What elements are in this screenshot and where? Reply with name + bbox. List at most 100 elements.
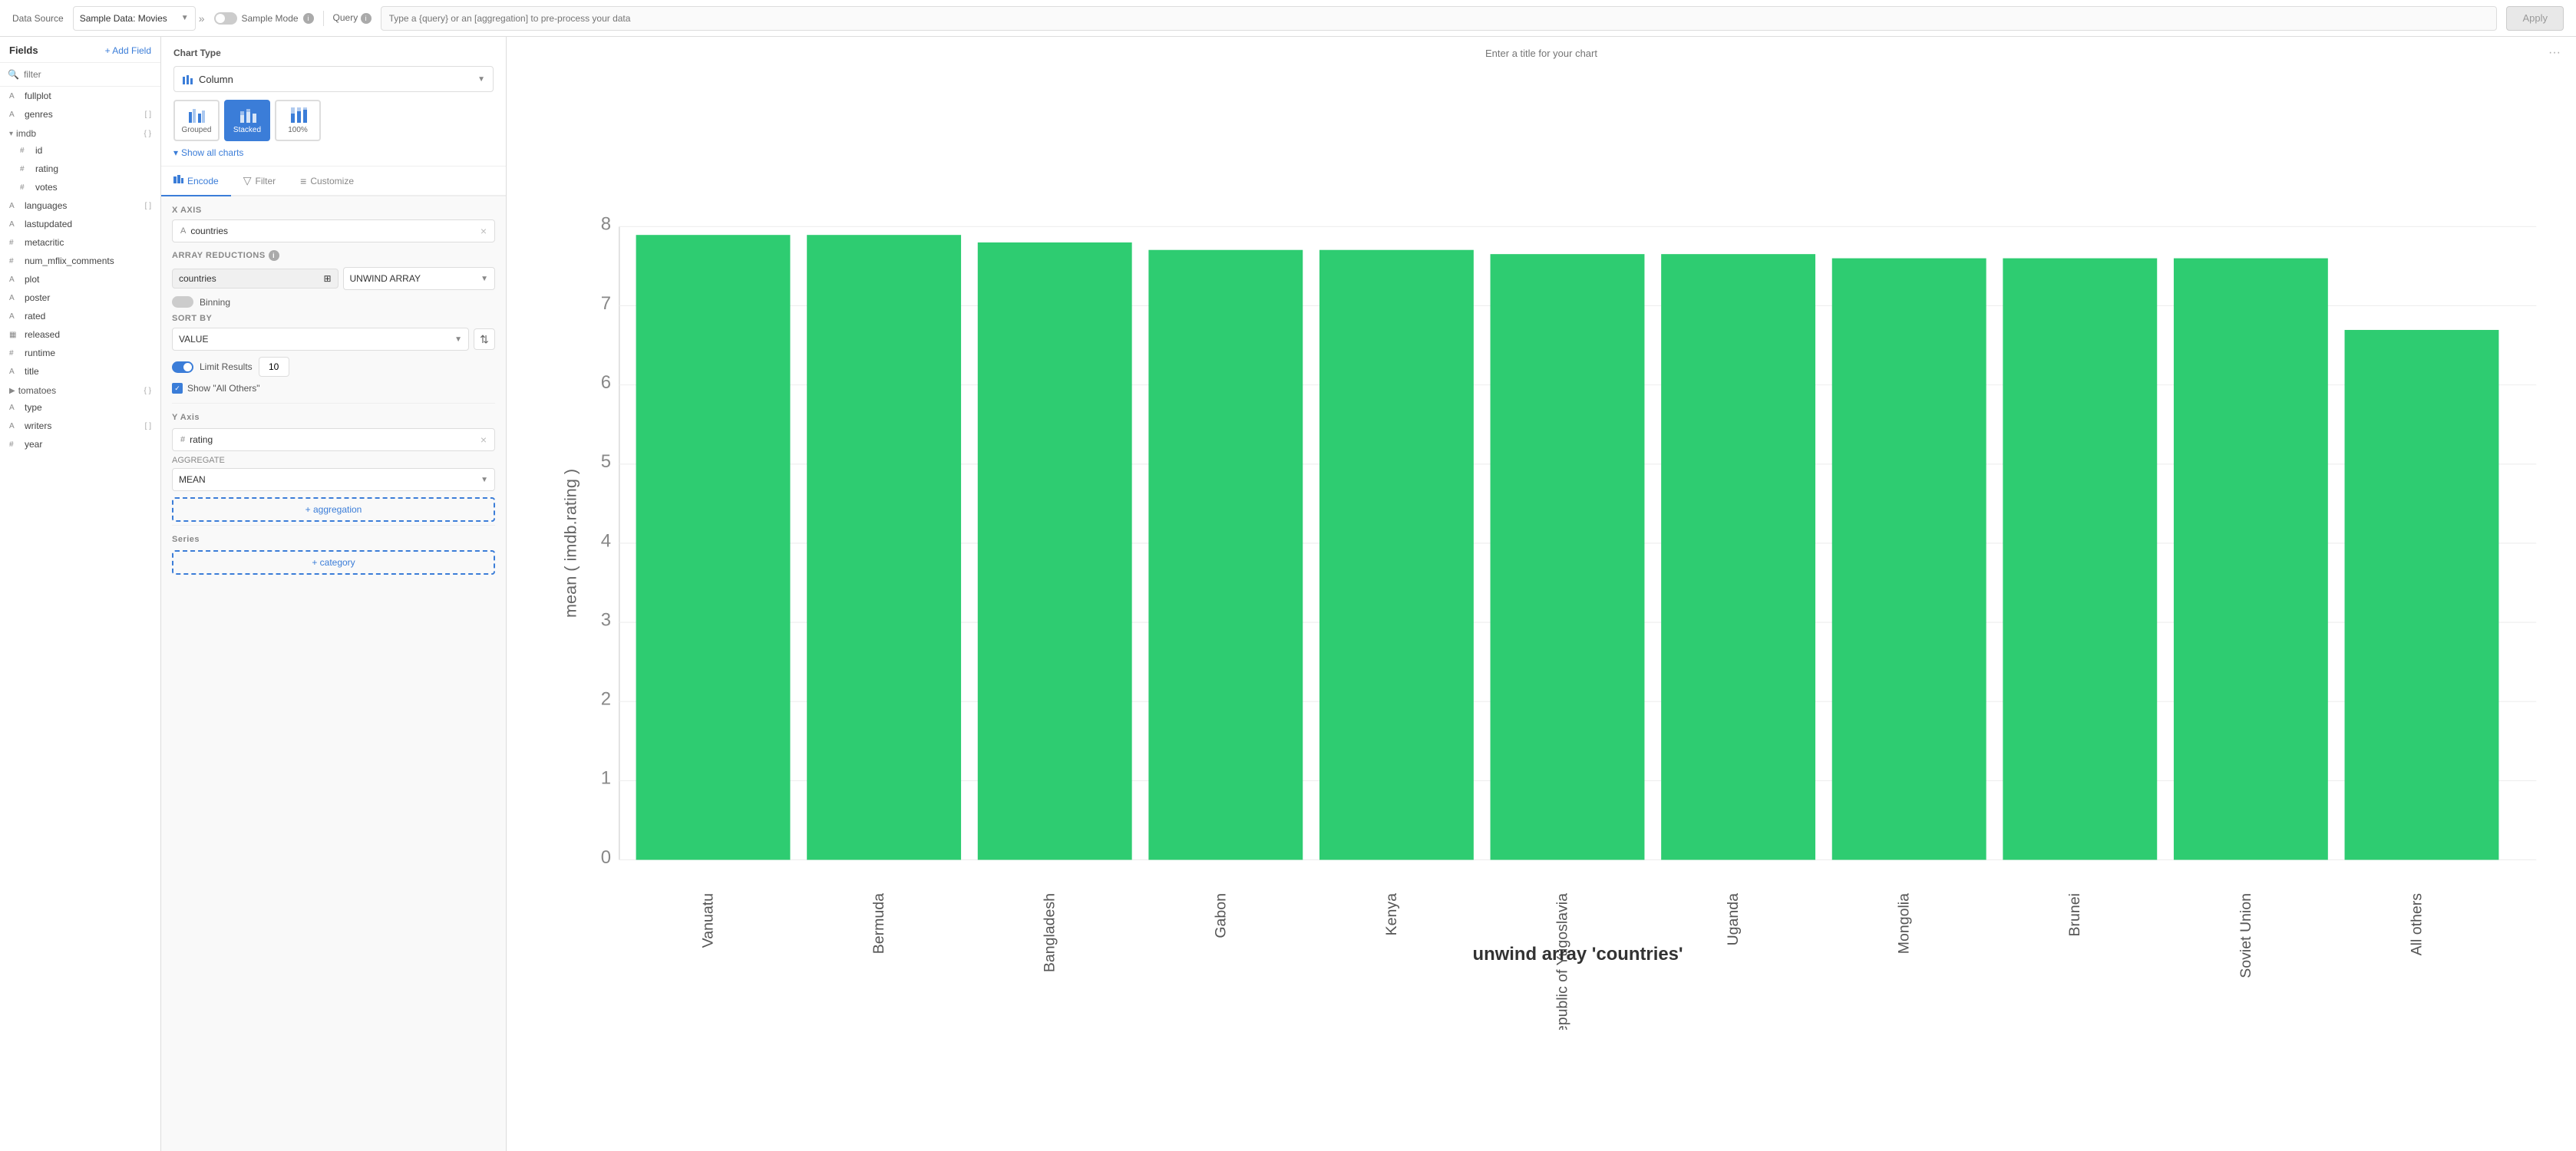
- x-field-icon: A: [180, 226, 186, 236]
- tab-encode[interactable]: Encode: [161, 167, 231, 196]
- column-chart-icon: [182, 74, 194, 84]
- field-icon-type: A: [9, 404, 20, 412]
- field-item-type[interactable]: A type: [0, 398, 160, 417]
- limit-toggle[interactable]: [172, 361, 193, 373]
- y-tick-6: 6: [601, 372, 611, 393]
- y-tick-1: 1: [601, 768, 611, 789]
- field-item-num-mflix[interactable]: # num_mflix_comments: [0, 252, 160, 270]
- x-axis-label: X AXIS: [172, 206, 495, 215]
- add-field-button[interactable]: + Add Field: [105, 45, 151, 56]
- field-icon-writers: A: [9, 422, 20, 430]
- show-all-charts-btn[interactable]: ▾ Show all charts: [173, 141, 494, 158]
- bar-uganda: [1661, 254, 1815, 859]
- bar-gabon: [1148, 250, 1303, 860]
- bar-all-others: [2345, 330, 2499, 860]
- reduction-type-dropdown[interactable]: UNWIND ARRAY ▼: [343, 267, 496, 290]
- 100pct-icon: [289, 107, 307, 123]
- y-field-icon: #: [180, 435, 185, 444]
- datasource-dropdown[interactable]: Sample Data: Movies ▼: [73, 6, 196, 31]
- tab-filter-label: Filter: [255, 176, 276, 186]
- field-item-poster[interactable]: A poster: [0, 289, 160, 307]
- sample-mode-info-icon[interactable]: i: [303, 13, 314, 24]
- stacked-icon: [238, 107, 256, 123]
- field-item-genres[interactable]: A genres [ ]: [0, 105, 160, 124]
- chart-options-button[interactable]: ···: [2548, 46, 2561, 60]
- add-aggregation-button[interactable]: + aggregation: [172, 497, 495, 522]
- fields-header: Fields + Add Field: [0, 37, 160, 63]
- label-bangladesh: Bangladesh: [1042, 893, 1058, 972]
- limit-input[interactable]: [259, 357, 289, 377]
- y-axis-section: Y Axis # rating × AGGREGATE MEAN ▼ + agg…: [172, 403, 495, 522]
- chart-variant-grouped[interactable]: Grouped: [173, 100, 220, 141]
- label-vanuatu: Vanuatu: [699, 893, 716, 948]
- field-item-imdb-votes[interactable]: # votes: [0, 178, 160, 196]
- field-item-released[interactable]: ▦ released: [0, 325, 160, 344]
- sort-direction-button[interactable]: ⇅: [474, 328, 495, 350]
- datasource-dropdown-arrow: ▼: [181, 14, 189, 22]
- field-icon-year: #: [9, 440, 20, 449]
- aggregate-value: MEAN: [179, 474, 206, 485]
- chart-header: ···: [507, 37, 2576, 66]
- y-tick-0: 0: [601, 847, 611, 868]
- field-item-lastupdated[interactable]: A lastupdated: [0, 215, 160, 233]
- label-uganda: Uganda: [1725, 893, 1742, 946]
- limit-label: Limit Results: [200, 361, 253, 372]
- chart-title-input[interactable]: [1201, 48, 1881, 59]
- field-item-imdb-rating[interactable]: # rating: [0, 160, 160, 178]
- filter-icon: ▽: [243, 174, 252, 187]
- query-input[interactable]: [381, 6, 2498, 31]
- array-reductions-info-icon[interactable]: i: [269, 250, 279, 261]
- field-icon-plot: A: [9, 275, 20, 284]
- tab-filter[interactable]: ▽ Filter: [231, 167, 288, 196]
- chart-variant-100pct[interactable]: 100%: [275, 100, 321, 141]
- filter-search-icon: 🔍: [8, 69, 19, 80]
- field-item-languages[interactable]: A languages [ ]: [0, 196, 160, 215]
- show-others-checkbox[interactable]: [172, 383, 183, 394]
- chart-variant-stacked[interactable]: Stacked: [224, 100, 270, 141]
- field-item-runtime[interactable]: # runtime: [0, 344, 160, 362]
- y-tick-8: 8: [601, 214, 611, 235]
- sort-by-dropdown[interactable]: VALUE ▼: [172, 328, 469, 351]
- imdb-chevron: ▾: [9, 130, 13, 138]
- datasource-forward-arrow: »: [199, 12, 205, 25]
- fields-panel: Fields + Add Field 🔍 A fullplot A genres…: [0, 37, 161, 1151]
- array-reductions: ARRAY REDUCTIONS i countries ⊞ UNWIND AR…: [172, 250, 495, 290]
- aggregate-dropdown[interactable]: MEAN ▼: [172, 468, 495, 491]
- apply-button[interactable]: Apply: [2506, 6, 2564, 31]
- field-item-imdb-id[interactable]: # id: [0, 141, 160, 160]
- sample-mode-toggle[interactable]: [214, 12, 237, 25]
- add-category-button[interactable]: + category: [172, 550, 495, 575]
- field-icon-imdb-rating: #: [20, 165, 31, 173]
- field-icon-languages: A: [9, 202, 20, 210]
- field-item-year[interactable]: # year: [0, 435, 160, 453]
- group-header-tomatoes[interactable]: ▶ tomatoes { }: [0, 381, 160, 398]
- datasource-selector[interactable]: Sample Data: Movies ▼ »: [73, 6, 205, 31]
- sort-by-section: SORT BY VALUE ▼ ⇅: [172, 314, 495, 351]
- tab-customize-label: Customize: [310, 176, 354, 186]
- field-item-plot[interactable]: A plot: [0, 270, 160, 289]
- reduction-field-name: countries ⊞: [172, 269, 339, 289]
- chart-type-dropdown[interactable]: Column ▼: [173, 66, 494, 92]
- y-axis-field-pill: # rating ×: [172, 428, 495, 451]
- binning-toggle[interactable]: [172, 296, 193, 308]
- field-item-writers[interactable]: A writers [ ]: [0, 417, 160, 435]
- x-axis-label-text: unwind array 'countries': [1473, 944, 1683, 965]
- field-item-rated[interactable]: A rated: [0, 307, 160, 325]
- tab-customize[interactable]: ≡ Customize: [288, 167, 366, 196]
- field-tag-languages: [ ]: [145, 202, 151, 210]
- label-brunei: Brunei: [2066, 893, 2083, 936]
- query-info-icon[interactable]: i: [361, 13, 372, 24]
- customize-icon: ≡: [300, 175, 306, 187]
- label-gabon: Gabon: [1212, 893, 1229, 938]
- field-item-title[interactable]: A title: [0, 362, 160, 381]
- filter-input[interactable]: [24, 69, 153, 80]
- field-item-fullplot[interactable]: A fullplot: [0, 87, 160, 105]
- field-item-metacritic[interactable]: # metacritic: [0, 233, 160, 252]
- encode-icon: [173, 175, 183, 187]
- field-icon-imdb-votes: #: [20, 183, 31, 192]
- y-field-remove-btn[interactable]: ×: [481, 434, 487, 446]
- field-icon-metacritic: #: [9, 239, 20, 247]
- group-header-imdb[interactable]: ▾ imdb { }: [0, 124, 160, 141]
- binning-row: Binning: [172, 296, 495, 308]
- x-field-remove-btn[interactable]: ×: [481, 225, 487, 237]
